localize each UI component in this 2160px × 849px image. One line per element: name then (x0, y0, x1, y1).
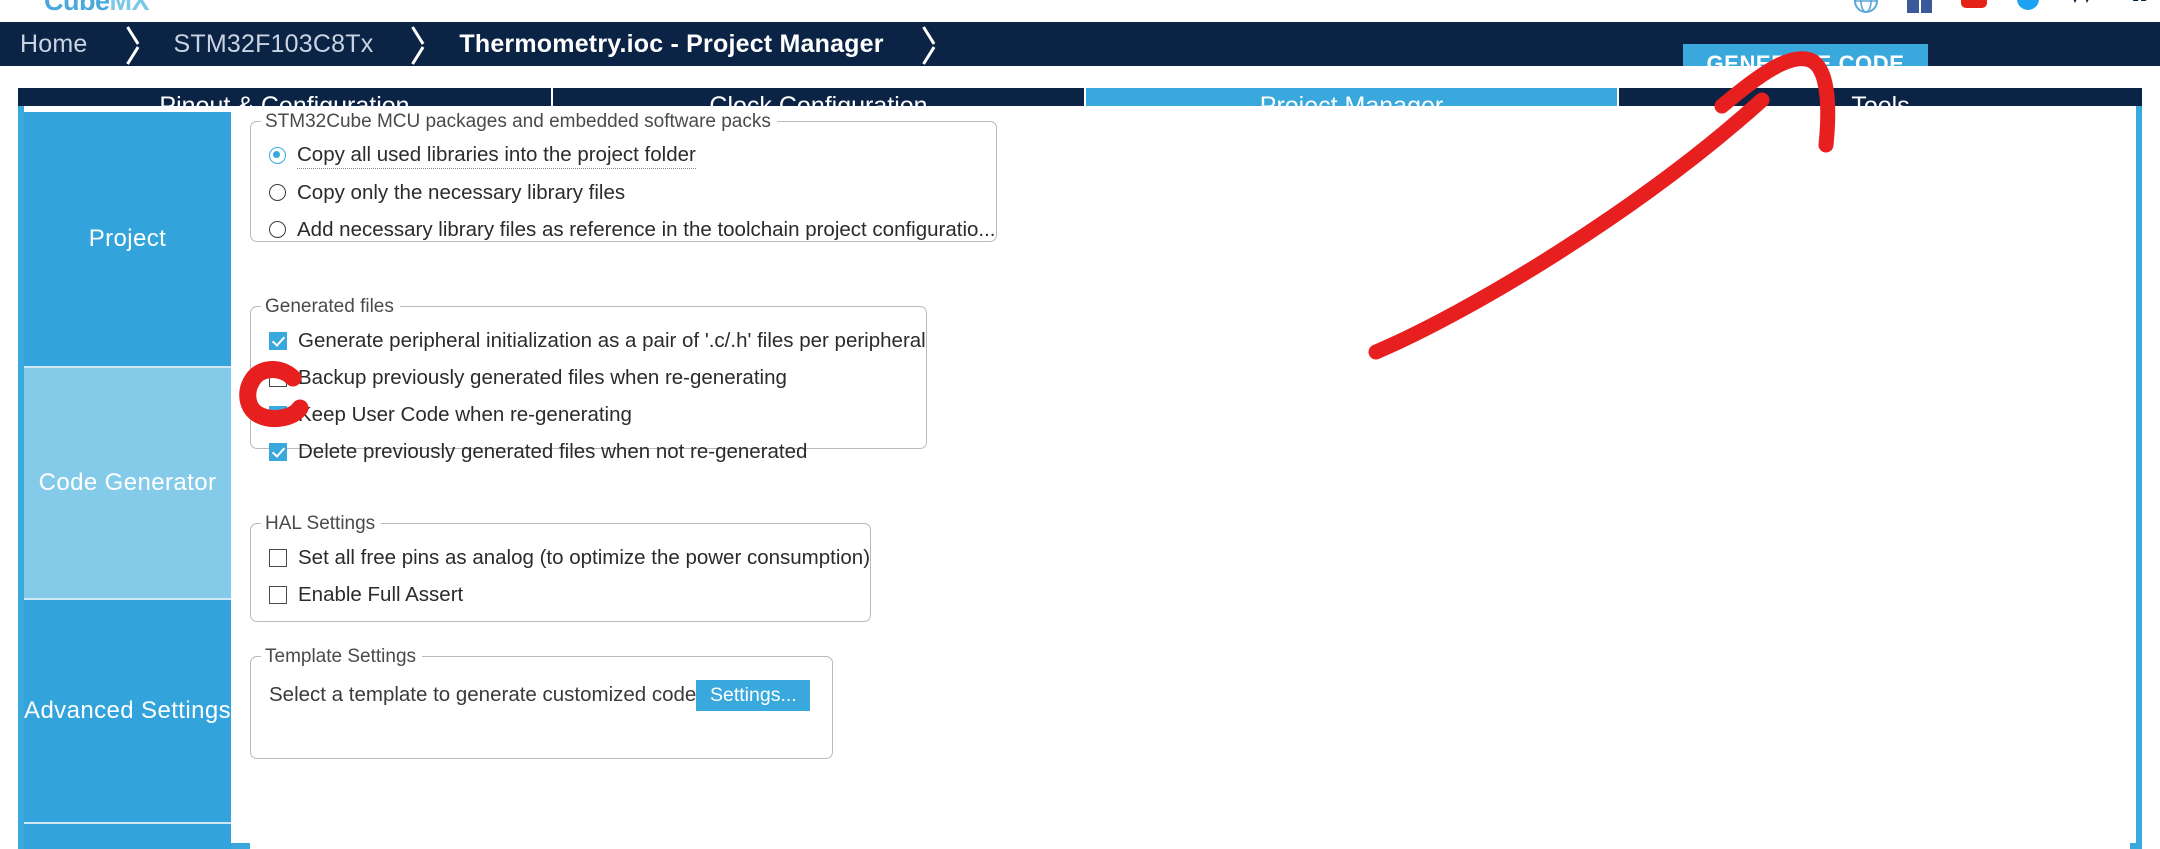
youtube-icon[interactable] (1960, 0, 1988, 15)
mcu-packages-body: Copy all used libraries into the project… (251, 131, 996, 248)
sidebar-item-advanced-settings[interactable]: Advanced Settings (24, 600, 231, 824)
keep-user-code-label: Keep User Code when re-generating (298, 402, 632, 426)
keep-user-code-checkbox[interactable] (269, 405, 287, 424)
twitter-icon[interactable] (2014, 0, 2042, 15)
hal-settings-group: HAL Settings Set all free pins as analog… (250, 513, 872, 622)
delete-generated-files-row[interactable]: Delete previously generated files when n… (269, 433, 926, 470)
generate-code-button[interactable]: GENERATE CODE (1683, 44, 1928, 66)
template-settings-group: Template Settings Select a template to g… (250, 646, 834, 759)
social-icon-bar (1852, 0, 2150, 16)
generated-files-body: Generate peripheral initialization as a … (251, 316, 926, 470)
template-settings-button[interactable]: Settings... (696, 679, 811, 711)
copy-necessary-libraries-row[interactable]: Copy only the necessary library files (269, 174, 996, 211)
backup-generated-files-label: Backup previously generated files when r… (298, 365, 787, 389)
add-library-reference-label: Add necessary library files as reference… (297, 217, 996, 241)
template-settings-legend: Template Settings (265, 646, 417, 667)
chevron-right-icon (114, 22, 148, 66)
copy-all-libraries-row[interactable]: Copy all used libraries into the project… (269, 137, 996, 174)
quote-icon[interactable] (2122, 0, 2150, 15)
logo-strip: CubeMX (0, 0, 2160, 22)
breadcrumb-item-home[interactable]: Home (0, 22, 114, 66)
breadcrumb-bar: Home STM32F103C8Tx Thermometry.ioc - Pro… (0, 22, 2160, 66)
copy-necessary-libraries-label: Copy only the necessary library files (297, 180, 626, 204)
logo-cube-text: Cube (44, 0, 110, 16)
template-settings-description: Select a template to generate customized… (269, 683, 697, 706)
delete-generated-files-label: Delete previously generated files when n… (298, 439, 808, 463)
copy-necessary-libraries-radio[interactable] (269, 184, 286, 201)
sidebar-item-code-generator[interactable]: Code Generator (24, 368, 231, 600)
breadcrumb: Home STM32F103C8Tx Thermometry.ioc - Pro… (0, 22, 944, 66)
enable-full-assert-checkbox[interactable] (269, 585, 287, 604)
add-library-reference-radio[interactable] (269, 221, 286, 238)
set-free-pins-analog-row[interactable]: Set all free pins as analog (to optimize… (269, 539, 870, 576)
generated-files-legend: Generated files (265, 296, 394, 317)
linkedin-icon[interactable] (2068, 0, 2096, 15)
set-free-pins-analog-label: Set all free pins as analog (to optimize… (298, 545, 871, 569)
sidebar-item-project[interactable]: Project (24, 112, 231, 368)
template-settings-row: Select a template to generate customized… (269, 672, 832, 718)
keep-user-code-row[interactable]: Keep User Code when re-generating (269, 396, 926, 433)
enable-full-assert-row[interactable]: Enable Full Assert (269, 576, 870, 613)
chevron-right-icon (399, 22, 433, 66)
generate-peripheral-init-label: Generate peripheral initialization as a … (298, 328, 926, 352)
backup-generated-files-checkbox[interactable] (269, 368, 287, 387)
backup-generated-files-row[interactable]: Backup previously generated files when r… (269, 359, 926, 396)
breadcrumb-item-mcu[interactable]: STM32F103C8Tx (148, 22, 400, 66)
mcu-packages-legend: STM32Cube MCU packages and embedded soft… (265, 111, 771, 132)
globe-icon[interactable] (1852, 0, 1880, 15)
copy-all-libraries-label: Copy all used libraries into the project… (297, 143, 696, 169)
set-free-pins-analog-checkbox[interactable] (269, 548, 287, 567)
sidebar-item-extra[interactable] (24, 824, 231, 849)
project-manager-sidebar: Project Code Generator Advanced Settings (24, 112, 231, 849)
hal-settings-body: Set all free pins as analog (to optimize… (251, 533, 870, 613)
copy-all-libraries-radio[interactable] (269, 147, 286, 164)
enable-full-assert-label: Enable Full Assert (298, 582, 464, 606)
chevron-right-icon (910, 22, 944, 66)
mcu-packages-group: STM32Cube MCU packages and embedded soft… (250, 112, 997, 242)
logo-mx-text: MX (109, 0, 150, 16)
cubemx-logo: CubeMX (44, 0, 149, 15)
breadcrumb-item-current[interactable]: Thermometry.ioc - Project Manager (433, 22, 909, 66)
template-settings-body: Select a template to generate customized… (251, 666, 832, 718)
generated-files-group: Generated files Generate peripheral init… (250, 296, 927, 463)
add-library-reference-row[interactable]: Add necessary library files as reference… (269, 211, 996, 248)
cubemx-window: CubeMX Home STM32F103C8Tx Thermometry.io… (0, 0, 2160, 849)
hal-settings-legend: HAL Settings (265, 513, 376, 534)
code-generator-panel: STM32Cube MCU packages and embedded soft… (250, 112, 2130, 849)
delete-generated-files-checkbox[interactable] (269, 442, 287, 461)
generate-peripheral-init-checkbox[interactable] (269, 331, 287, 350)
facebook-icon[interactable] (1906, 0, 1934, 15)
generate-peripheral-init-row[interactable]: Generate peripheral initialization as a … (269, 322, 926, 359)
